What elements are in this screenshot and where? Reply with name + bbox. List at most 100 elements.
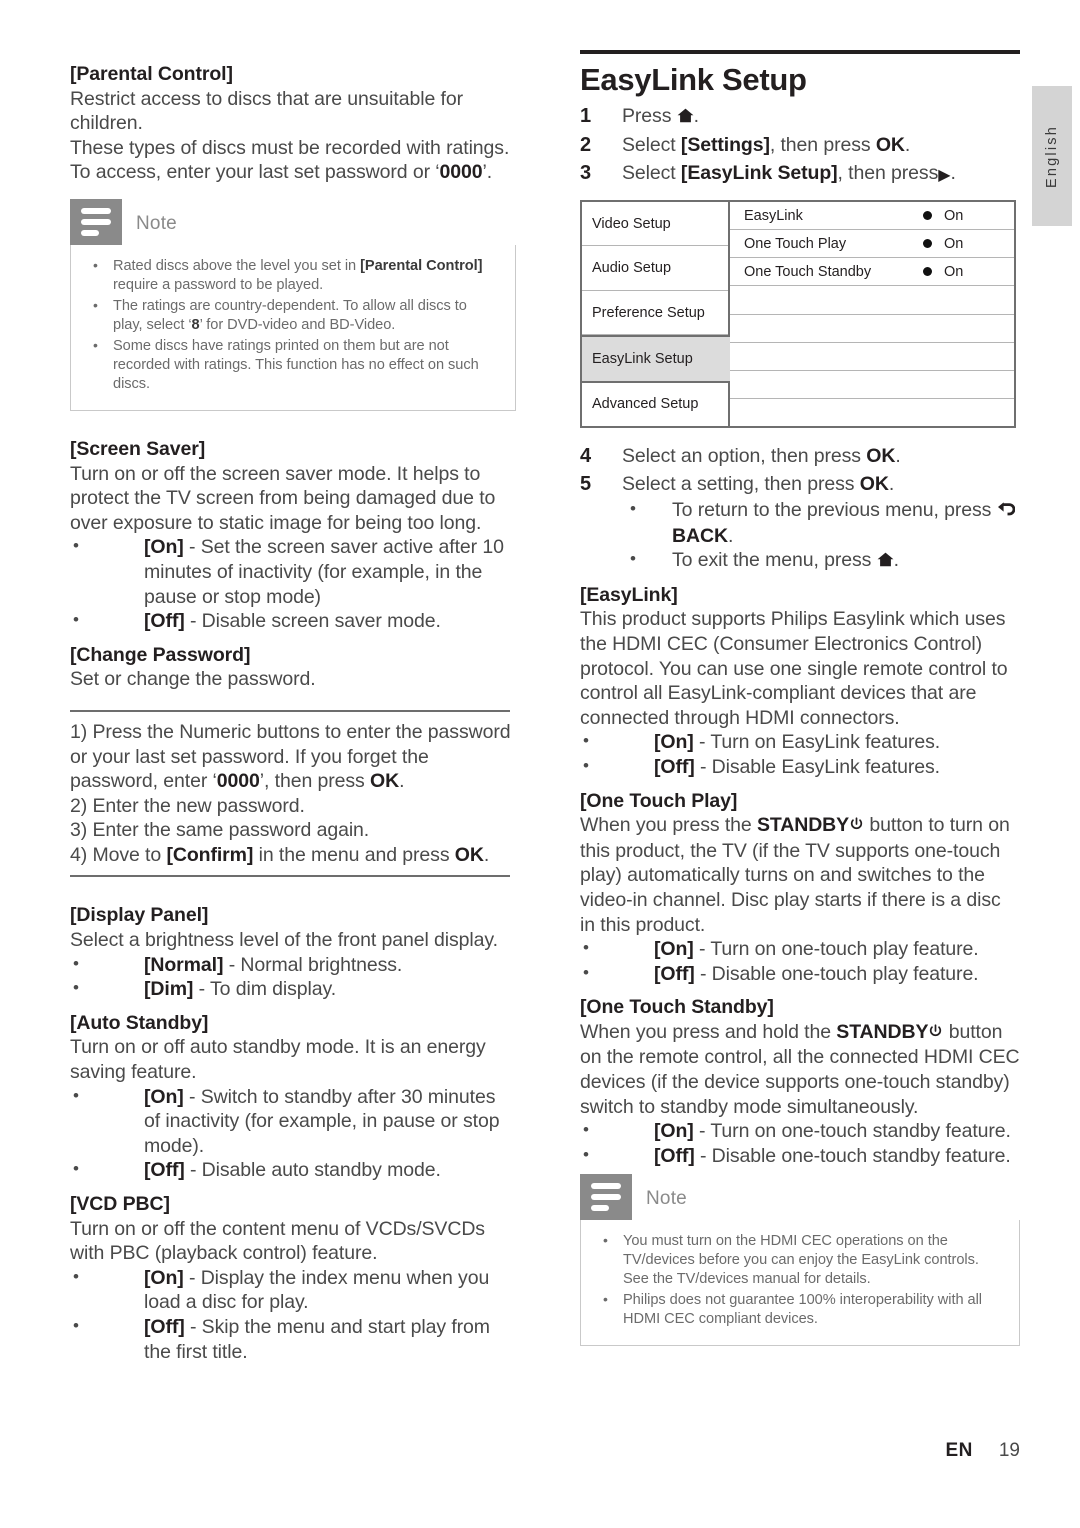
pc-line2: These types of discs must be recorded wi… xyxy=(70,136,510,159)
step-text: Select an option, then press xyxy=(622,445,867,467)
substep-text: To exit the menu, press xyxy=(672,549,877,572)
cp-step-ok: OK xyxy=(454,843,484,866)
substep-tail: . xyxy=(893,549,899,572)
radio-dot-icon xyxy=(923,211,932,221)
option-item: [Normal] - Normal brightness. xyxy=(70,952,516,978)
step-text: Press xyxy=(622,105,677,127)
standby-key: STANDBY xyxy=(836,1020,929,1043)
option-text: - To dim display. xyxy=(193,978,337,1001)
step-ok-key: OK xyxy=(866,445,896,467)
substep-tail: . xyxy=(727,524,734,547)
osd-item-audio-setup[interactable]: Audio Setup xyxy=(582,246,728,291)
note-block-parental: Note Rated discs above the level you set… xyxy=(70,198,516,411)
step-number: 5 xyxy=(580,473,592,495)
manual-page: English [Parental Control] Restrict acce… xyxy=(0,0,1080,1528)
option-text: - Disable one-touch play feature. xyxy=(694,962,979,985)
step-3: 3 Select [EasyLink Setup], then press▶. xyxy=(580,159,1020,190)
home-icon xyxy=(677,103,694,131)
left-column: [Parental Control] Restrict access to di… xyxy=(70,62,516,1364)
note-item-text: Rated discs above the level you set in xyxy=(113,257,361,274)
option-text: - Disable one-touch standby feature. xyxy=(694,1144,1011,1167)
option-item: [Off] - Disable auto standby mode. xyxy=(70,1157,516,1183)
note-body: You must turn on the HDMI CEC operations… xyxy=(580,1220,1020,1347)
right-column: EasyLink Setup 1 Press . 2 Select [Setti… xyxy=(580,50,1020,1347)
screen-saver-options: [On] - Set the screen saver active after… xyxy=(70,534,516,633)
option-text: - Turn on one-touch standby feature. xyxy=(693,1120,1011,1143)
screen-saver-heading: [Screen Saver] xyxy=(70,437,206,460)
easylink-heading: [EasyLink] xyxy=(580,583,678,606)
auto-standby-body: Turn on or off auto standby mode. It is … xyxy=(70,1036,486,1084)
cp-step-bold: 0000 xyxy=(216,770,260,793)
display-panel-options: [Normal] - Normal brightness. [Dim] - To… xyxy=(70,952,516,1002)
steps-top: 1 Press . 2 Select [Settings], then pres… xyxy=(580,102,1020,190)
step-text: Select a setting, then press xyxy=(622,473,860,495)
step-number: 2 xyxy=(580,134,592,156)
osd-option-one-touch-standby[interactable]: One Touch Standby On xyxy=(730,258,1014,287)
step-ok-key: OK xyxy=(875,134,905,156)
step-tail: . xyxy=(693,105,699,127)
otp-text-a: When you press the xyxy=(580,814,757,837)
pc-line3a: To access, enter your last set password … xyxy=(70,161,440,184)
note-item: The ratings are country-dependent. To al… xyxy=(87,296,499,335)
step-mid: , then press xyxy=(769,134,876,156)
option-text: - Set the screen saver active after 10 m… xyxy=(144,536,504,608)
option-text: - Display the index menu when you load a… xyxy=(144,1266,490,1314)
note-body: Rated discs above the level you set in [… xyxy=(70,244,516,411)
option-label: [Dim] xyxy=(144,978,194,1001)
option-text: - Disable EasyLink features. xyxy=(694,755,940,778)
option-label: [Off] xyxy=(144,610,185,633)
radio-dot-icon xyxy=(923,267,932,277)
osd-option-label: One Touch Play xyxy=(744,235,847,252)
option-item: [On] - Turn on one-touch standby feature… xyxy=(580,1118,1020,1144)
auto-standby-options: [On] - Switch to standby after 30 minute… xyxy=(70,1084,516,1183)
note-item-text: Some discs have ratings printed on them … xyxy=(113,337,479,392)
osd-item-label: Audio Setup xyxy=(592,260,672,277)
screen-saver-body: Turn on or off the screen saver mode. It… xyxy=(70,462,496,534)
osd-option-empty xyxy=(730,399,1014,426)
osd-item-video-setup[interactable]: Video Setup xyxy=(582,202,728,247)
option-text: - Turn on EasyLink features. xyxy=(693,731,941,754)
pc-line1: Restrict access to discs that are unsuit… xyxy=(70,87,463,135)
one-touch-play-heading: [One Touch Play] xyxy=(580,789,738,812)
option-label: [On] xyxy=(144,536,184,559)
osd-option-empty xyxy=(730,315,1014,343)
cp-step-2: 2) Enter the new password. xyxy=(70,794,305,817)
language-tab-label: English xyxy=(1044,124,1060,188)
step-menu-item: [EasyLink Setup] xyxy=(680,162,838,184)
option-label: [Off] xyxy=(654,755,695,778)
step-1: 1 Press . xyxy=(580,102,1020,131)
power-icon xyxy=(849,814,864,839)
note-item: Philips does not guarantee 100% interope… xyxy=(597,1290,1003,1329)
note-title: Note xyxy=(646,1188,687,1210)
change-password-steps: 1) Press the Numeric buttons to enter th… xyxy=(70,720,516,868)
cp-step-4: 4) Move to [Confirm] in the menu and pre… xyxy=(70,843,516,868)
option-label: [Normal] xyxy=(144,953,224,976)
parental-control-body: Restrict access to discs that are unsuit… xyxy=(70,87,516,185)
note-item-tail: ’ for DVD-video and BD-Video. xyxy=(199,316,396,333)
easylink-body: This product supports Philips Easylink w… xyxy=(580,608,1008,729)
option-item: [On] - Turn on one-touch play feature. xyxy=(580,936,1020,962)
osd-option-label: One Touch Standby xyxy=(744,263,872,280)
option-label: [On] xyxy=(654,938,694,961)
option-label: [On] xyxy=(654,1120,694,1143)
one-touch-play-body: When you press the STANDBY button to tur… xyxy=(580,813,1020,937)
chapter-rule xyxy=(580,50,1020,54)
step-tail: . xyxy=(888,473,895,495)
cp-step-text: 4) Move to xyxy=(70,843,167,866)
vcd-pbc-heading: [VCD PBC] xyxy=(70,1193,170,1215)
one-touch-standby-body: When you press and hold the STANDBY butt… xyxy=(580,1020,1020,1119)
osd-item-preference-setup[interactable]: Preference Setup xyxy=(582,291,728,336)
option-item: [Off] - Disable one-touch standby featur… xyxy=(580,1143,1020,1169)
option-text: - Normal brightness. xyxy=(223,953,403,976)
note-item-tail: require a password to be played. xyxy=(113,276,324,293)
osd-option-easylink[interactable]: EasyLink On xyxy=(730,202,1014,231)
step-2: 2 Select [Settings], then press OK. xyxy=(580,131,1020,159)
note-item-bold: 8 xyxy=(191,316,200,333)
step-text: Select xyxy=(622,134,681,156)
option-text: - Switch to standby after 30 minutes of … xyxy=(144,1085,500,1157)
osd-item-advanced-setup[interactable]: Advanced Setup xyxy=(582,383,728,426)
osd-option-one-touch-play[interactable]: One Touch Play On xyxy=(730,230,1014,259)
option-text: - Skip the menu and start play from the … xyxy=(144,1315,490,1363)
osd-item-easylink-setup[interactable]: EasyLink Setup xyxy=(582,335,730,383)
display-panel-body: Select a brightness level of the front p… xyxy=(70,929,498,952)
